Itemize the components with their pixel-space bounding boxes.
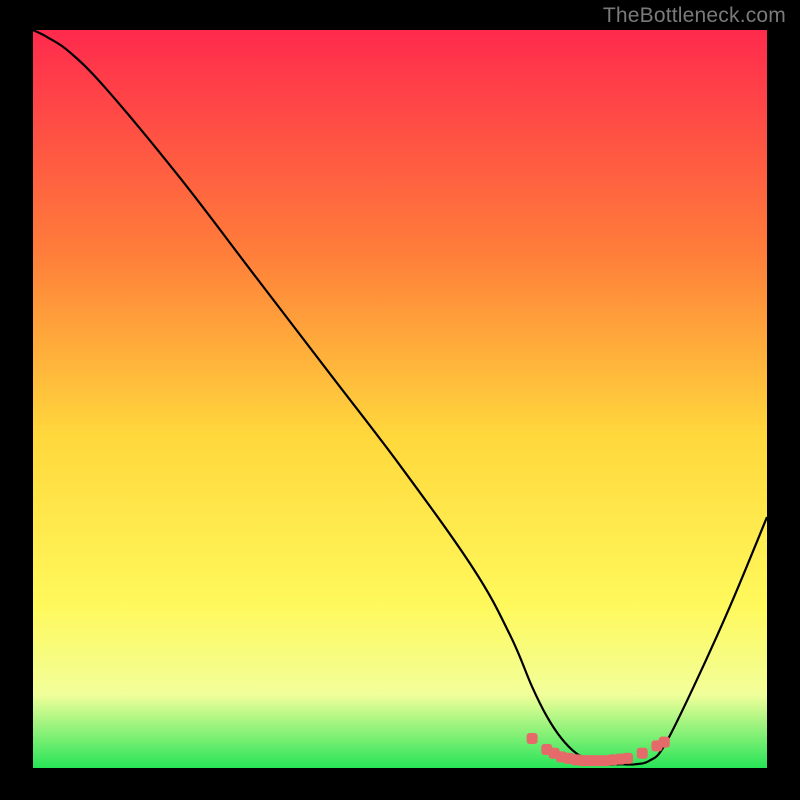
marker-point	[622, 753, 633, 764]
watermark-text: TheBottleneck.com	[603, 4, 786, 28]
chart-frame: TheBottleneck.com	[0, 0, 800, 800]
marker-point	[659, 737, 670, 748]
marker-point	[637, 748, 648, 759]
gradient-background	[33, 30, 767, 768]
bottleneck-chart	[33, 30, 767, 768]
plot-area	[33, 30, 767, 768]
marker-point	[527, 733, 538, 744]
